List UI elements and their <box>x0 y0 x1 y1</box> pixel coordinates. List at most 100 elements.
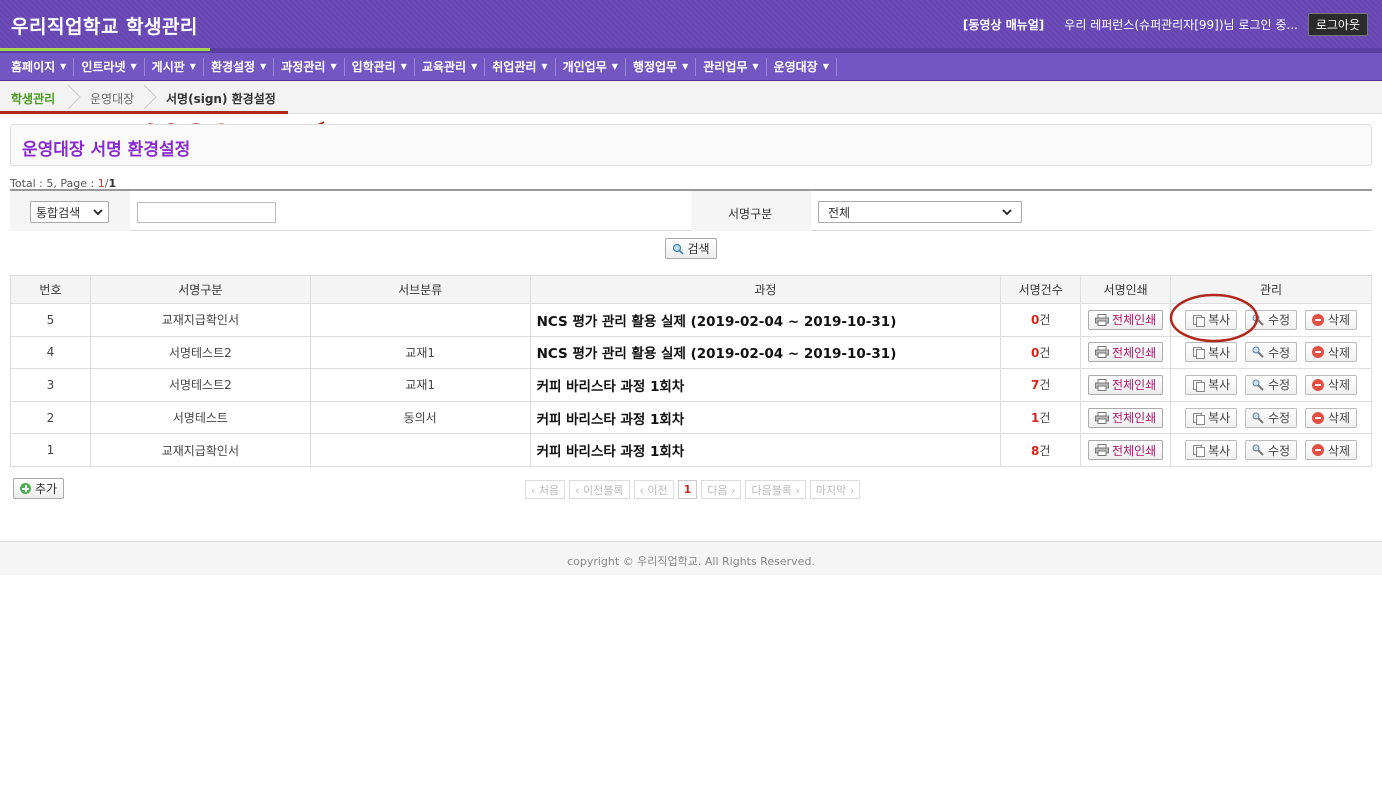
chevron-down-icon <box>1002 209 1012 216</box>
edit-icon <box>1252 379 1264 391</box>
sign-type-label: 서명구분 <box>728 207 773 221</box>
search-type-select[interactable]: 통합검색 <box>30 201 109 223</box>
login-info: 우리 레퍼런스(슈퍼관리자[99])님 로그인 중... <box>1064 18 1298 32</box>
print-all-button[interactable]: 전체인쇄 <box>1088 407 1164 428</box>
cell-sign-count: 7건 <box>1000 368 1082 402</box>
breadcrumb-underline-annotation <box>0 111 288 114</box>
pager-first[interactable]: ‹ 처음 <box>525 480 566 499</box>
delete-icon <box>1311 411 1324 424</box>
pager-prev[interactable]: ‹ 이전 <box>633 480 674 499</box>
copy-button[interactable]: 복사 <box>1185 374 1238 395</box>
header-right: [동영상 매뉴얼] 우리 레퍼런스(슈퍼관리자[99])님 로그인 중... 로… <box>963 13 1368 36</box>
cell-sign-count: 8건 <box>1000 433 1082 467</box>
pager-prev-block[interactable]: ‹ 이전블록 <box>569 480 630 499</box>
delete-icon <box>1311 378 1324 391</box>
breadcrumb-item-student-mgmt[interactable]: 학생관리 <box>11 90 55 107</box>
cell-sign-print: 전체인쇄 <box>1080 335 1172 370</box>
search-panel: 통합검색 서명구분 전체 <box>10 189 1372 231</box>
nav-item-homepage[interactable]: 홈페이지 ▼ <box>4 57 75 76</box>
chevron-down-icon: ▼ <box>682 61 689 71</box>
copy-button[interactable]: 복사 <box>1185 407 1238 428</box>
nav-item-personal-work[interactable]: 개인업무 ▼ <box>556 57 626 76</box>
pager-next-block[interactable]: 다음블록 › <box>745 480 806 499</box>
table-row: 2 서명테스트 동의서 커피 바리스타 과정 1회차 1건 전체인쇄 복사 수정… <box>10 400 1372 435</box>
cell-sign-type: 교재지급확인서 <box>89 433 311 467</box>
col-header-sign-print: 서명인쇄 <box>1080 275 1172 304</box>
delete-button[interactable]: 삭제 <box>1304 309 1358 330</box>
nav-item-employment-mgmt[interactable]: 취업관리 ▼ <box>485 57 556 76</box>
printer-icon <box>1095 313 1110 326</box>
delete-button[interactable]: 삭제 <box>1304 374 1358 395</box>
col-header-no: 번호 <box>10 275 91 304</box>
print-all-button[interactable]: 전체인쇄 <box>1088 440 1164 461</box>
search-icon <box>673 243 685 255</box>
cell-sign-print: 전체인쇄 <box>1080 433 1172 467</box>
brand-title[interactable]: 우리직업학교 학생관리 <box>11 12 198 39</box>
col-header-sub-category: 서브분류 <box>309 275 531 304</box>
edit-button[interactable]: 수정 <box>1245 342 1298 363</box>
pager-next[interactable]: 다음 › <box>701 480 742 499</box>
accent-green-bar <box>0 48 210 51</box>
nav-item-board[interactable]: 게시판 ▼ <box>145 57 204 76</box>
cell-manage: 복사 수정 삭제 <box>1170 400 1372 435</box>
edit-button[interactable]: 수정 <box>1245 407 1298 428</box>
print-all-button[interactable]: 전체인쇄 <box>1088 342 1164 363</box>
table-row: 3 서명테스트2 교재1 커피 바리스타 과정 1회차 7건 전체인쇄 복사 수… <box>10 368 1372 402</box>
breadcrumb-separator-icon <box>67 85 81 109</box>
copy-button[interactable]: 복사 <box>1185 342 1238 363</box>
nav-item-admin-work[interactable]: 행정업무 ▼ <box>626 57 697 76</box>
cell-sign-print: 전체인쇄 <box>1080 400 1172 435</box>
search-input[interactable] <box>137 202 276 223</box>
cell-sub-category: 동의서 <box>309 400 531 435</box>
nav-item-course-mgmt[interactable]: 과정관리 ▼ <box>274 57 345 76</box>
add-button[interactable]: 추가 <box>13 478 65 499</box>
pager-current-page[interactable]: 1 <box>677 480 698 499</box>
edit-icon <box>1252 444 1264 456</box>
nav-item-intranet[interactable]: 인트라넷 ▼ <box>74 57 145 76</box>
printer-icon <box>1095 378 1110 391</box>
copy-icon <box>1192 346 1206 360</box>
chevron-down-icon: ▼ <box>471 61 478 71</box>
cell-manage: 복사 수정 삭제 <box>1170 368 1372 402</box>
print-all-button[interactable]: 전체인쇄 <box>1088 309 1164 330</box>
footer: copyright © 우리직업학교. All Rights Reserved. <box>0 541 1382 575</box>
pager-last[interactable]: 마지막 › <box>809 480 861 499</box>
delete-icon <box>1311 346 1324 359</box>
cell-sign-type: 서명테스트 <box>89 400 311 435</box>
breadcrumb-item-operation-ledger[interactable]: 운영대장 <box>90 90 134 107</box>
nav-item-settings[interactable]: 환경설정 ▼ <box>204 57 275 76</box>
video-manual-link[interactable]: [동영상 매뉴얼] <box>963 16 1044 33</box>
chevron-down-icon: ▼ <box>330 61 337 71</box>
logout-button[interactable]: 로그아웃 <box>1307 13 1368 36</box>
nav-item-management-work[interactable]: 관리업무 ▼ <box>696 57 767 76</box>
cell-sign-type: 서명테스트2 <box>89 335 311 370</box>
search-button[interactable]: 검색 <box>665 238 717 259</box>
delete-icon <box>1311 313 1324 326</box>
delete-button[interactable]: 삭제 <box>1304 440 1358 461</box>
nav-item-operation-ledger[interactable]: 운영대장 ▼ <box>767 57 837 76</box>
sign-type-select[interactable]: 전체 <box>818 201 1022 223</box>
edit-button[interactable]: 수정 <box>1245 440 1298 461</box>
page-title: 운영대장 서명 환경설정 <box>22 140 191 160</box>
breadcrumb-separator-icon <box>143 85 157 109</box>
cell-sign-print: 전체인쇄 <box>1080 368 1172 402</box>
copy-icon <box>1192 379 1206 392</box>
print-all-button[interactable]: 전체인쇄 <box>1088 374 1164 395</box>
chevron-down-icon: ▼ <box>822 61 829 71</box>
cell-sign-count: 1건 <box>1000 400 1082 435</box>
copy-button[interactable]: 복사 <box>1185 440 1238 461</box>
delete-button[interactable]: 삭제 <box>1304 342 1358 363</box>
title-box: 운영대장 서명 환경설정 <box>10 124 1372 166</box>
delete-button[interactable]: 삭제 <box>1304 407 1358 428</box>
copy-icon <box>1192 444 1206 458</box>
breadcrumb: 학생관리 운영대장 서명(sign) 환경설정 <box>0 81 1382 114</box>
cell-sub-category <box>309 303 531 337</box>
chevron-down-icon: ▼ <box>752 61 759 71</box>
edit-button[interactable]: 수정 <box>1245 374 1298 395</box>
cell-sub-category <box>309 433 531 467</box>
nav-item-education-mgmt[interactable]: 교육관리 ▼ <box>415 57 486 76</box>
chevron-down-icon: ▼ <box>189 61 196 71</box>
breadcrumb-item-current: 서명(sign) 환경설정 <box>166 92 276 106</box>
top-header: 우리직업학교 학생관리 [동영상 매뉴얼] 우리 레퍼런스(슈퍼관리자[99])… <box>0 0 1382 48</box>
nav-item-admission-mgmt[interactable]: 입학관리 ▼ <box>345 57 415 76</box>
